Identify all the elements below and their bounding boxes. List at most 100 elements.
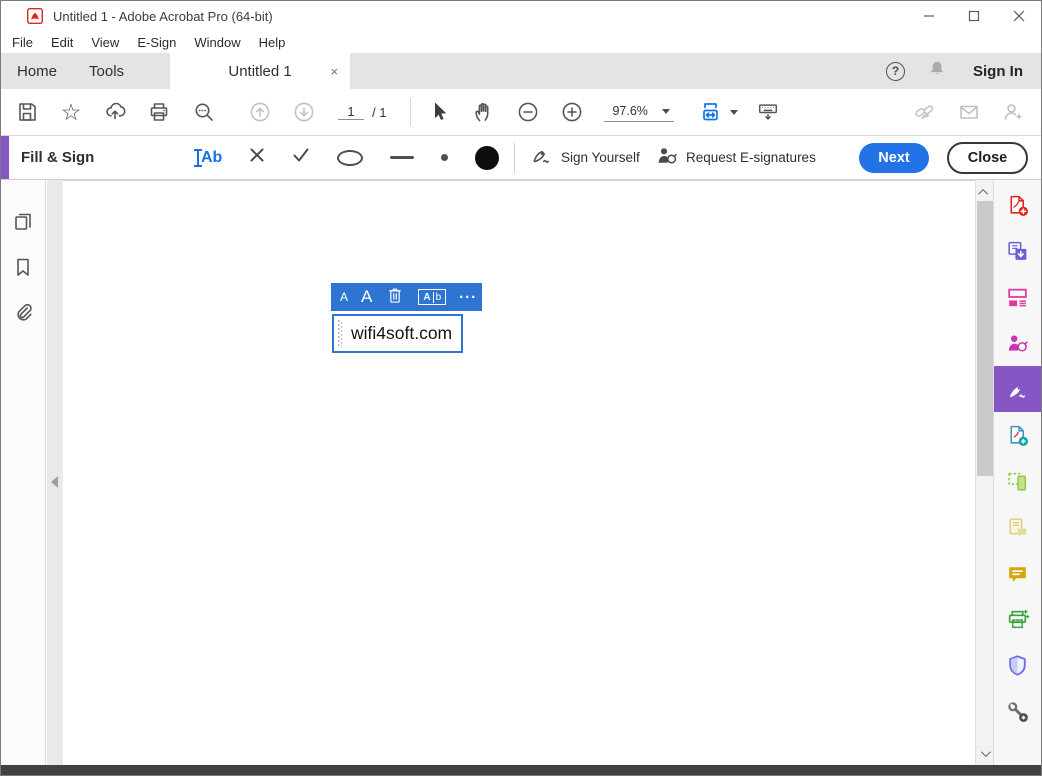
chevron-down-icon: [662, 109, 670, 114]
page-number-input[interactable]: [338, 104, 364, 120]
request-esignatures-button[interactable]: Request E-signatures: [655, 136, 816, 179]
fill-sign-title: Fill & Sign: [21, 136, 94, 179]
share-link-icon[interactable]: [913, 100, 937, 124]
line-tool-icon[interactable]: [390, 156, 414, 159]
next-page-icon[interactable]: [292, 100, 316, 124]
fill-and-sign-icon[interactable]: [994, 366, 1041, 412]
acrobat-window: Untitled 1 - Adobe Acrobat Pro (64-bit) …: [0, 0, 1042, 776]
menu-window[interactable]: Window: [185, 33, 249, 52]
collapse-pane-icon[interactable]: [51, 476, 58, 488]
menu-edit[interactable]: Edit: [42, 33, 82, 52]
tools-pane: [993, 180, 1041, 767]
fill-sign-divider: [514, 143, 515, 173]
scrollbar-thumb[interactable]: [977, 201, 993, 476]
acrobat-app-icon: [27, 8, 43, 24]
export-pdf-icon[interactable]: [994, 412, 1041, 458]
menu-file[interactable]: File: [3, 33, 42, 52]
fill-sign-text-field[interactable]: wifi4soft.com: [332, 314, 463, 353]
sign-in-button[interactable]: Sign In: [969, 63, 1023, 80]
comment-icon[interactable]: [994, 550, 1041, 596]
combine-files-icon[interactable]: [994, 228, 1041, 274]
tab-bar: Home Tools Untitled 1 × ? Sign In: [1, 53, 1041, 89]
menu-bar: File Edit View E-Sign Window Help: [1, 31, 1041, 53]
more-options-icon[interactable]: ···: [459, 289, 477, 306]
menu-view[interactable]: View: [82, 33, 128, 52]
protect-shield-icon[interactable]: [994, 642, 1041, 688]
create-pdf-icon[interactable]: [994, 182, 1041, 228]
save-icon[interactable]: [15, 100, 39, 124]
tab-home[interactable]: Home: [1, 53, 73, 89]
add-text-tool-icon[interactable]: Ab: [197, 149, 222, 167]
color-swatch-icon[interactable]: [475, 146, 499, 170]
more-tools-wrench-icon[interactable]: [994, 688, 1041, 734]
dot-tool-icon[interactable]: [441, 154, 448, 161]
vertical-scrollbar[interactable]: [975, 180, 993, 767]
scroll-up-icon[interactable]: [981, 189, 989, 197]
window-bottom-edge: [1, 765, 1041, 775]
cross-tool-icon[interactable]: [249, 147, 265, 168]
pane-gutter: [47, 180, 63, 767]
tab-tools[interactable]: Tools: [73, 53, 140, 89]
zoom-in-icon[interactable]: [560, 100, 584, 124]
zoom-out-icon[interactable]: [516, 100, 540, 124]
organize-pages-icon[interactable]: [994, 274, 1041, 320]
select-tool-icon[interactable]: [427, 100, 451, 124]
text-field-value[interactable]: wifi4soft.com: [351, 316, 452, 351]
request-esignatures-tool-icon[interactable]: [994, 320, 1041, 366]
star-favorite-icon[interactable]: ☆: [59, 100, 83, 124]
text-style-ab-icon[interactable]: Ab: [418, 289, 446, 305]
oval-tool-icon[interactable]: [337, 150, 363, 166]
checkmark-tool-icon[interactable]: [292, 147, 310, 168]
bookmarks-icon[interactable]: [1, 244, 46, 290]
close-button[interactable]: [996, 1, 1041, 31]
share-with-others-icon[interactable]: [1001, 100, 1025, 124]
zoom-level-value: 97.6%: [612, 104, 647, 118]
touch-keyboard-icon[interactable]: [756, 100, 780, 124]
person-pen-icon: [655, 144, 679, 171]
notifications-bell-icon[interactable]: [926, 58, 948, 84]
email-icon[interactable]: [957, 100, 981, 124]
page-fit-width-icon[interactable]: [700, 100, 724, 124]
window-controls: [906, 1, 1041, 31]
left-navigation-pane: [1, 180, 46, 767]
tab-close-icon[interactable]: ×: [330, 64, 338, 79]
print-icon[interactable]: [147, 100, 171, 124]
sign-yourself-button[interactable]: Sign Yourself: [530, 136, 640, 179]
drag-handle-icon[interactable]: [338, 320, 342, 347]
fill-sign-accent-strip: [1, 136, 9, 179]
menu-esign[interactable]: E-Sign: [128, 33, 185, 52]
close-fill-sign-button[interactable]: Close: [947, 142, 1028, 174]
scroll-down-icon[interactable]: [981, 750, 989, 758]
print-production-icon[interactable]: [994, 596, 1041, 642]
main-toolbar: ☆ / 1 97.6%: [1, 89, 1041, 136]
help-icon[interactable]: ?: [886, 62, 905, 81]
hand-tool-icon[interactable]: [472, 100, 496, 124]
scan-and-ocr-icon[interactable]: [994, 504, 1041, 550]
maximize-button[interactable]: [951, 1, 996, 31]
cloud-upload-icon[interactable]: [103, 100, 127, 124]
edit-pdf-icon[interactable]: [994, 458, 1041, 504]
pdf-page[interactable]: A A Ab ··· wifi4soft.com: [63, 180, 976, 767]
field-mini-toolbar: A A Ab ···: [331, 283, 482, 311]
tab-bar-right: ? Sign In: [886, 58, 1041, 84]
content-area: A A Ab ··· wifi4soft.com: [1, 180, 1041, 767]
previous-page-icon[interactable]: [248, 100, 272, 124]
menu-help[interactable]: Help: [250, 33, 295, 52]
sign-yourself-label: Sign Yourself: [561, 150, 640, 165]
search-icon[interactable]: [192, 100, 216, 124]
toolbar-divider: [410, 98, 411, 126]
page-thumbnails-icon[interactable]: [1, 198, 46, 244]
attachments-paperclip-icon[interactable]: [1, 290, 46, 336]
fill-sign-tools: Ab: [197, 136, 499, 179]
decrease-font-icon[interactable]: A: [340, 290, 348, 304]
minimize-button[interactable]: [906, 1, 951, 31]
delete-field-trash-icon[interactable]: [385, 284, 405, 311]
next-button[interactable]: Next: [859, 143, 929, 173]
pen-nib-icon: [530, 144, 554, 171]
increase-font-icon[interactable]: A: [361, 287, 372, 307]
text-cursor-icon: [197, 149, 199, 167]
tab-document[interactable]: Untitled 1 ×: [170, 53, 350, 89]
window-title: Untitled 1 - Adobe Acrobat Pro (64-bit): [53, 9, 273, 24]
page-fit-chevron-icon[interactable]: [730, 110, 738, 115]
zoom-level-select[interactable]: 97.6%: [604, 102, 673, 122]
